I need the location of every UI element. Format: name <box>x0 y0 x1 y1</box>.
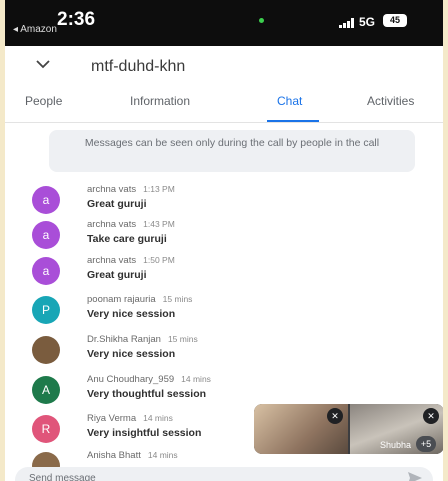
sender-name: Anu Choudhary_959 <box>87 374 175 385</box>
message-time: 14 mins <box>143 413 173 423</box>
active-call-dot-icon <box>259 18 264 23</box>
message-sender: Anu Choudhary_959 14 mins <box>87 374 211 385</box>
tab-bar: People Information Chat Activities <box>5 86 443 122</box>
avatar <box>32 336 60 364</box>
sender-name: archna vats <box>87 184 137 195</box>
sender-name: Dr.Shikha Ranjan <box>87 334 161 345</box>
back-to-app-link[interactable]: ◂ Amazon <box>13 24 57 35</box>
message-sender: poonam rajauria 15 mins <box>87 294 192 305</box>
message-text: Very nice session <box>87 308 176 320</box>
tab-information[interactable]: Information <box>130 94 190 108</box>
mic-off-icon: ✕ <box>423 408 439 424</box>
message-text: Very insightful session <box>87 427 202 439</box>
chat-message: a archna vats 1:50 PM Great guruji <box>5 253 443 293</box>
message-text: Very nice session <box>87 348 176 360</box>
avatar: a <box>32 186 60 214</box>
tab-chat[interactable]: Chat <box>277 94 302 108</box>
message-time: 1:50 PM <box>143 255 175 265</box>
chevron-down-icon[interactable] <box>35 56 51 72</box>
message-text: Very thoughtful session <box>87 388 207 400</box>
avatar: a <box>32 221 60 249</box>
sender-name: Anisha Bhatt <box>87 450 141 461</box>
message-sender: Dr.Shikha Ranjan 15 mins <box>87 334 198 345</box>
avatar: A <box>32 376 60 404</box>
message-composer[interactable]: Send message <box>15 467 433 481</box>
signal-icon <box>339 18 355 28</box>
message-sender: archna vats 1:43 PM <box>87 219 175 230</box>
divider <box>5 122 443 123</box>
meet-chat-screen: 2:36 ◂ Amazon 5G 45 mtf-duhd-khn People … <box>5 0 443 481</box>
chat-message: Dr.Shikha Ranjan 15 mins Very nice session <box>5 332 443 372</box>
message-time: 15 mins <box>162 294 193 304</box>
message-text: Great guruji <box>87 269 147 281</box>
mic-off-icon: ✕ <box>327 408 343 424</box>
chat-message: a archna vats 1:43 PM Take care guruji <box>5 217 443 257</box>
sender-name: archna vats <box>87 219 137 230</box>
message-text: Take care guruji <box>87 233 167 245</box>
sender-name: poonam rajauria <box>87 294 156 305</box>
message-sender: archna vats 1:50 PM <box>87 255 175 266</box>
chat-message: a archna vats 1:13 PM Great guruji <box>5 182 443 222</box>
participant-name: Shubha <box>380 440 412 450</box>
status-bar: 2:36 ◂ Amazon 5G 45 <box>5 0 443 46</box>
status-time: 2:36 <box>57 9 96 30</box>
message-time: 14 mins <box>181 374 211 384</box>
message-text: Great guruji <box>87 198 147 210</box>
message-time: 1:13 PM <box>143 184 175 194</box>
chat-notice: Messages can be seen only during the cal… <box>49 130 415 172</box>
battery-icon: 45 <box>383 14 407 27</box>
message-sender: Riya Verma 14 mins <box>87 413 173 424</box>
sender-name: Riya Verma <box>87 413 137 424</box>
message-time: 14 mins <box>147 450 178 460</box>
send-icon[interactable] <box>407 471 423 481</box>
video-preview[interactable]: ✕ ✕ Shubha +5 <box>254 404 443 454</box>
meeting-code: mtf-duhd-khn <box>91 58 186 75</box>
meeting-header: mtf-duhd-khn <box>5 46 443 86</box>
more-participants-badge[interactable]: +5 <box>416 436 436 452</box>
chat-message: Ppoonam rajauria 15 mins Very nice session <box>5 292 443 332</box>
avatar: R <box>32 415 60 443</box>
send-message-input[interactable]: Send message <box>29 473 96 481</box>
tab-activities[interactable]: Activities <box>367 94 414 108</box>
message-sender: archna vats 1:13 PM <box>87 184 175 195</box>
message-time: 15 mins <box>167 334 198 344</box>
message-time: 1:43 PM <box>143 219 175 229</box>
network-type: 5G <box>359 15 376 29</box>
avatar: a <box>32 257 60 285</box>
tab-people[interactable]: People <box>25 94 62 108</box>
sender-name: archna vats <box>87 255 137 266</box>
message-sender: Anisha Bhatt 14 mins <box>87 450 178 461</box>
avatar: P <box>32 296 60 324</box>
